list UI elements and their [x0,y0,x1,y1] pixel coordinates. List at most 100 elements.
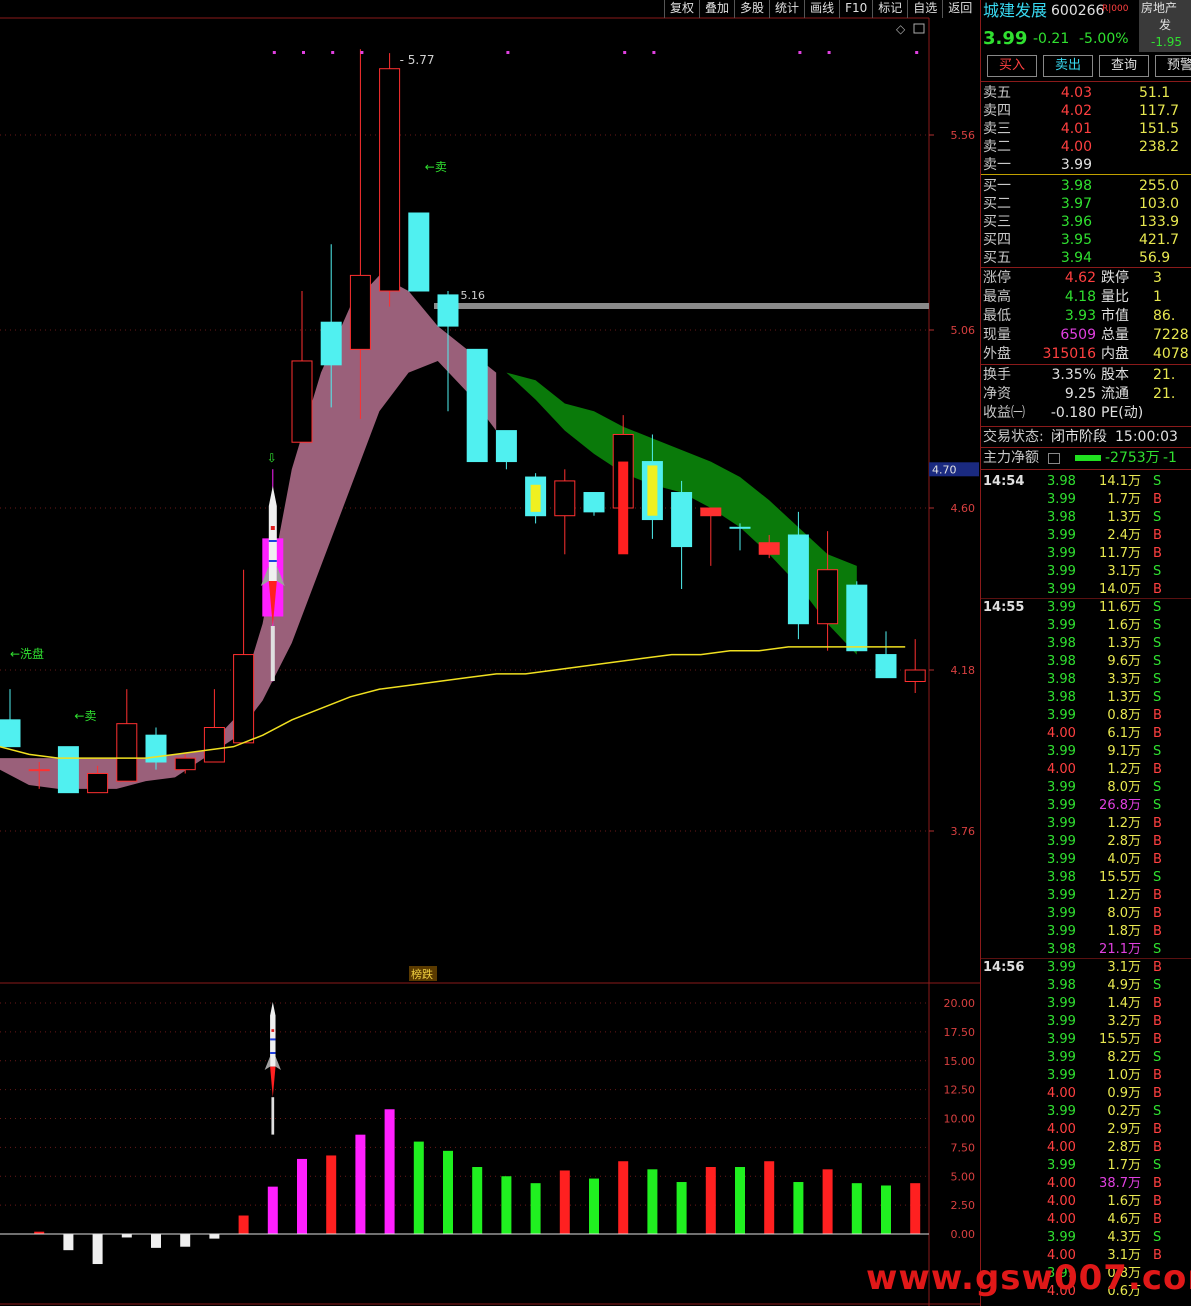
order-row: 买二 3.97 103.0 [981,195,1191,213]
candle-body[interactable] [28,769,50,772]
indicator-bar[interactable] [851,1183,862,1234]
tick-price: 3.99 [1047,546,1076,561]
tick-price: 3.99 [1047,708,1076,723]
toolbar-button[interactable]: 画线 [804,0,839,18]
indicator-bar[interactable] [676,1182,687,1234]
buy-button[interactable]: 买入 [987,55,1037,77]
stat-value-2: 4078 [1153,346,1189,362]
indicator-bar[interactable] [121,1234,132,1238]
indicator-bar[interactable] [238,1215,249,1234]
order-row: 卖一 3.99 [981,156,1191,174]
indicator-bar[interactable] [180,1234,191,1247]
indicator-bar[interactable] [559,1170,570,1234]
toolbar-button[interactable]: 自选 [907,0,942,18]
diamond-icon[interactable]: ◇ [896,22,906,36]
tick-qty: 38.7万 [1099,1176,1141,1191]
toolbar-button[interactable]: 统计 [769,0,804,18]
indicator-bar[interactable] [910,1183,921,1234]
candle-body[interactable] [583,492,605,513]
indicator-bar[interactable] [793,1182,804,1234]
indicator-bar[interactable] [443,1150,453,1234]
indicator-bar[interactable] [735,1167,745,1234]
candle-body[interactable] [787,534,809,625]
tick-price: 4.00 [1047,1194,1076,1209]
chart-toolbar: 复权 叠加 多股 统计 画线 F10 标记 自选 返回 [664,0,977,18]
tick-qty: 11.6万 [1099,600,1141,615]
indicator-bar[interactable] [209,1234,220,1239]
candle-body[interactable] [174,757,196,771]
alert-button[interactable]: 预警 [1155,55,1191,77]
indicator-bar[interactable] [822,1169,833,1234]
candle-body[interactable] [408,212,430,292]
indicator-bar[interactable] [384,1109,395,1234]
stock-name[interactable]: 城建发展 [983,2,1047,20]
indicator-bar[interactable] [267,1186,278,1234]
y-tick-label: 4.60 [951,502,976,515]
candle-body[interactable] [87,773,109,794]
panel-toggle-icon[interactable] [913,23,925,34]
main-money-row[interactable]: 主力净额 -2753万 -1 [981,449,1191,467]
candle-body[interactable] [233,654,255,744]
indicator-bar[interactable] [63,1234,74,1251]
toolbar-button[interactable]: 复权 [664,0,699,18]
indicator-bar[interactable] [530,1183,541,1234]
candle-body[interactable] [0,719,21,748]
tick-dir: S [1153,654,1162,669]
indicator-bar[interactable] [705,1167,716,1234]
tick-qty: 26.8万 [1099,798,1141,813]
indicator-bar[interactable] [647,1169,658,1234]
candle-body[interactable] [554,480,576,517]
candle-body[interactable] [729,526,751,529]
tick-price: 3.99 [1047,1158,1076,1173]
candle-body[interactable] [846,584,868,652]
candle-body[interactable] [904,669,926,682]
indicator-bar[interactable] [413,1141,424,1234]
toolbar-button[interactable]: 标记 [872,0,907,18]
candle-body[interactable] [700,507,722,517]
candle-body[interactable] [379,68,401,292]
toolbar-button[interactable]: 返回 [942,0,977,18]
candle-body[interactable] [349,274,371,350]
stat-label-2: 流通 [1101,386,1129,402]
kline-chart-area[interactable]: 5.56 5.06 4.60 4.18 3.76 ◇ 4.70- 5.16- 5.77 ←卖 ←… [0,0,980,1306]
candle-body[interactable] [203,727,225,763]
order-label: 买五 [983,250,1011,266]
candle-body[interactable] [437,294,459,327]
candle-body[interactable] [291,360,313,443]
candle-body[interactable] [57,746,79,794]
tick-row: 4.00 2.9万 B [981,1121,1191,1139]
candle-body[interactable] [495,430,517,463]
toolbar-button[interactable]: 多股 [734,0,769,18]
signal-dot [827,51,831,54]
candle-body[interactable] [320,321,342,366]
candle-body[interactable] [466,348,488,463]
candle-body[interactable] [758,542,780,555]
chart-canvas[interactable]: 5.565.064.604.183.76◇4.70- 5.16- 5.77←卖←… [0,0,980,1306]
sell-button[interactable]: 卖出 [1043,55,1093,77]
price-line: 3.99 -0.21 -5.00% [981,30,1191,52]
candle-body[interactable] [671,492,693,548]
indicator-bar[interactable] [472,1167,483,1234]
indicator-bar[interactable] [589,1178,599,1234]
indicator-bar[interactable] [297,1158,307,1234]
indicator-bar[interactable] [326,1155,337,1234]
indicator-bar[interactable] [355,1134,366,1234]
query-button[interactable]: 查询 [1099,55,1149,77]
indicator-bar[interactable] [618,1161,629,1234]
tick-dir: B [1153,1068,1162,1083]
indicator-bar[interactable] [881,1185,891,1234]
indicator-bar[interactable] [151,1234,161,1248]
indicator-bar[interactable] [92,1234,103,1265]
indicator-bar[interactable] [764,1161,775,1234]
order-row: 卖二 4.00 238.2 [981,138,1191,156]
toolbar-button[interactable]: 叠加 [699,0,734,18]
toolbar-button[interactable]: F10 [839,0,872,18]
candle-body[interactable] [817,569,839,625]
tick-row: 4.00 2.8万 B [981,1139,1191,1157]
stat-label-2: 跌停 [1101,270,1129,286]
candle-body[interactable] [116,723,138,782]
tick-price: 3.99 [1047,582,1076,597]
order-price: 3.99 [1060,157,1092,173]
candle-body[interactable] [875,654,897,679]
indicator-bar[interactable] [501,1176,512,1234]
